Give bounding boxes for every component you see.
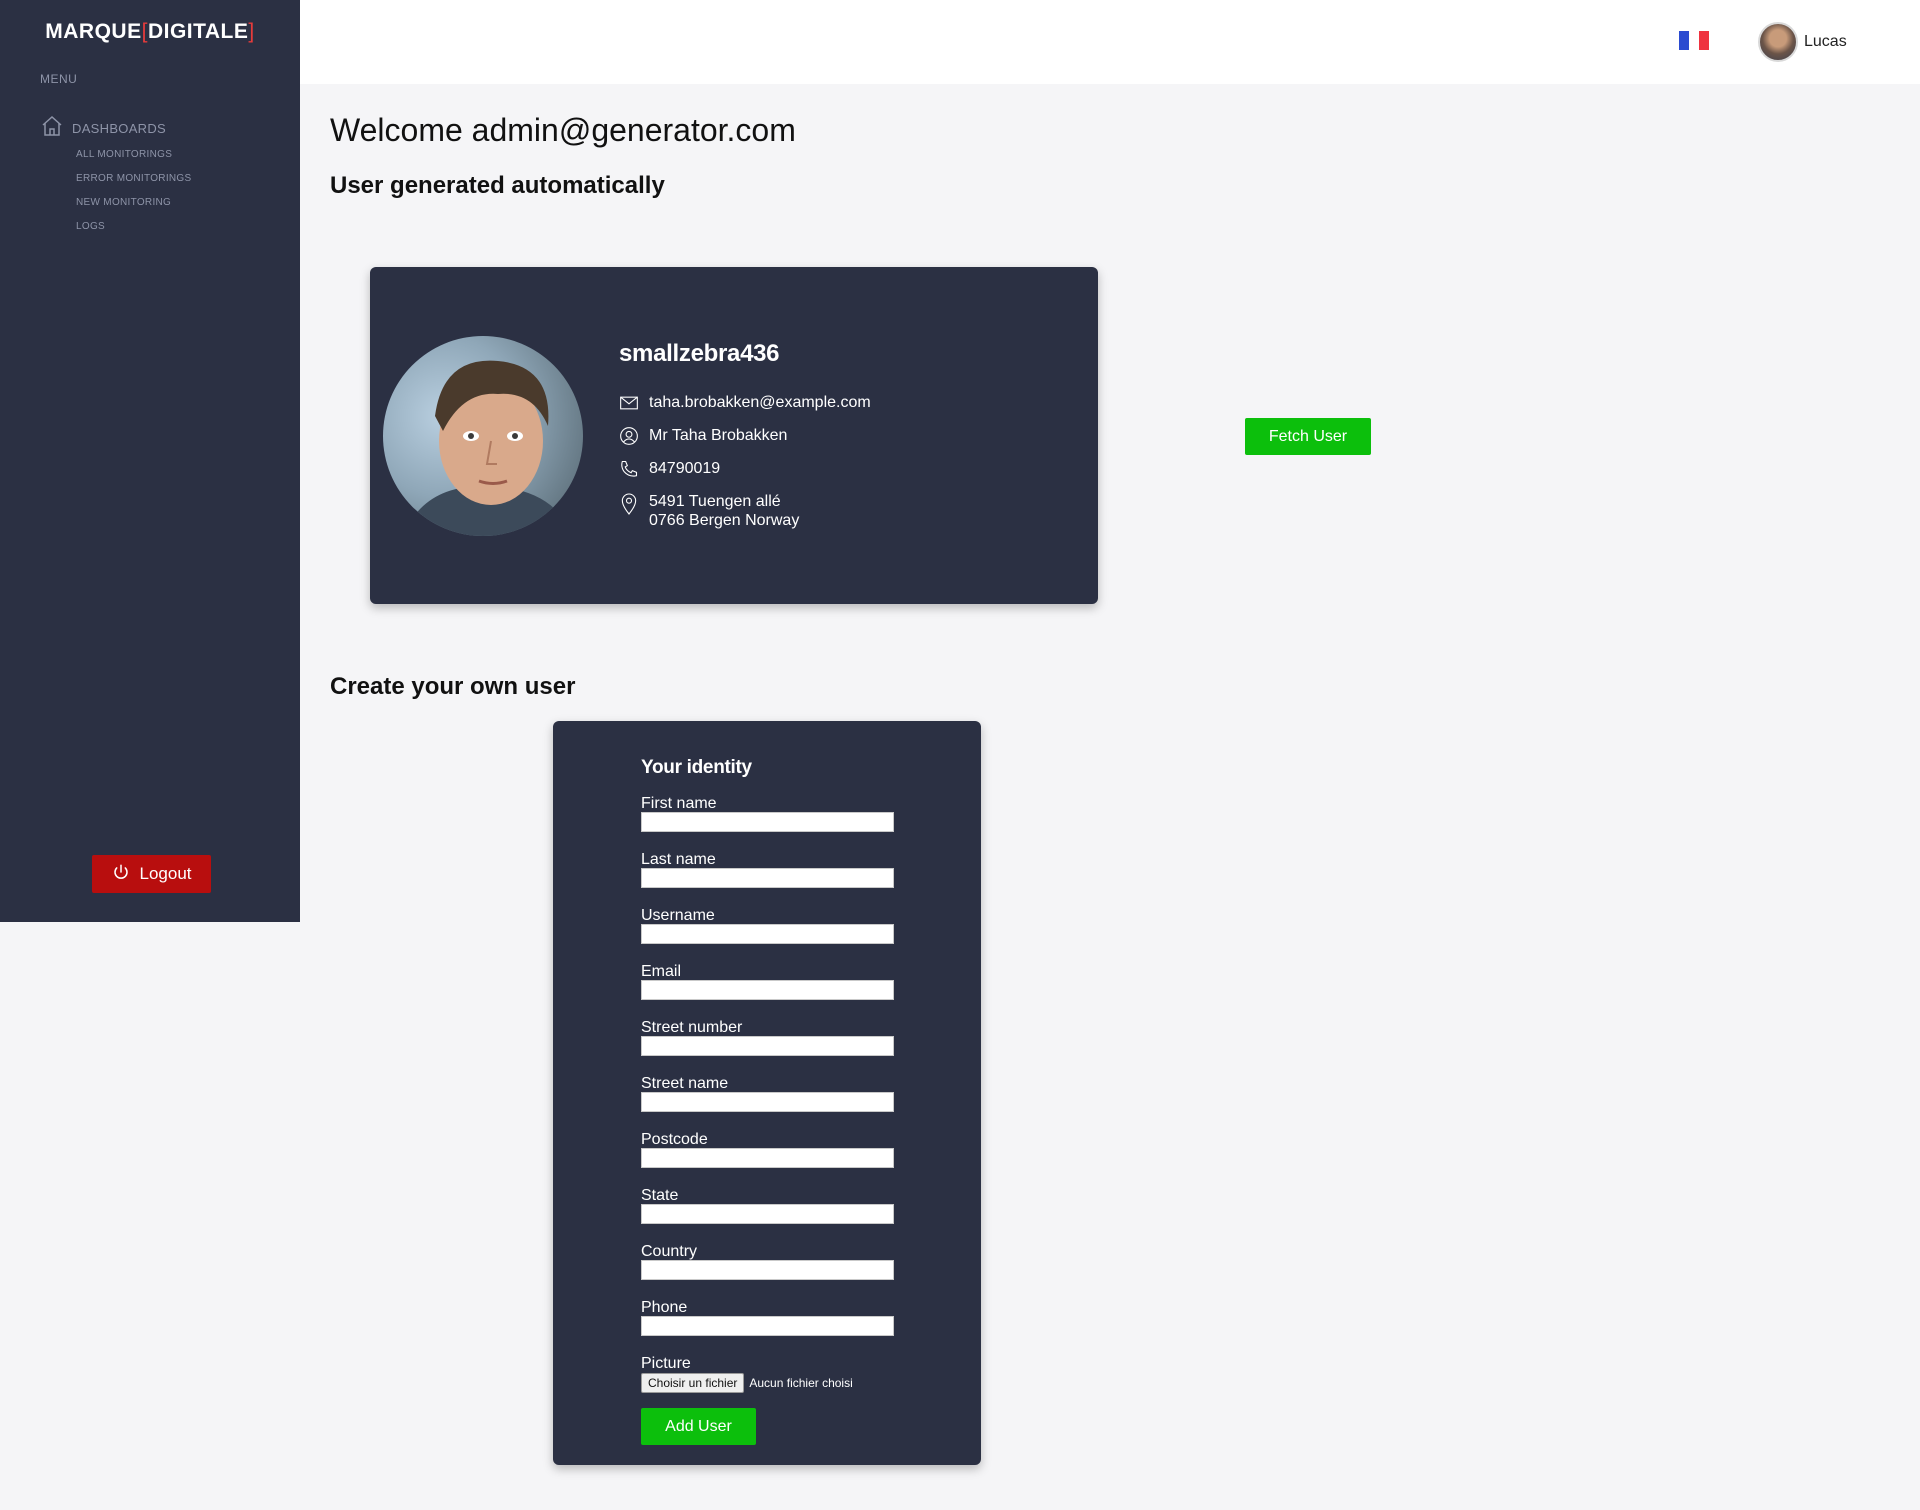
fr-flag-icon[interactable] [1679, 31, 1709, 50]
field-label: State [641, 1187, 679, 1204]
user-email: taha.brobakken@example.com [649, 394, 871, 411]
map-pin-icon [619, 492, 639, 515]
nav-group-dashboards[interactable]: DASHBOARDS [40, 114, 166, 143]
logout-button[interactable]: Logout [92, 855, 211, 893]
create-user-heading: Create your own user [330, 673, 576, 700]
field-label: First name [641, 795, 717, 812]
nav-item-new-monitoring[interactable]: NEW MONITORING [76, 197, 191, 221]
info-row-email: taha.brobakken@example.com [619, 393, 871, 413]
field-label: Username [641, 907, 715, 924]
nav-group-label: DASHBOARDS [72, 121, 167, 136]
add-user-button[interactable]: Add User [641, 1408, 756, 1445]
info-row-name: Mr Taha Brobakken [619, 426, 871, 446]
field-label: Postcode [641, 1131, 708, 1148]
brand-accent: DIGITALE [147, 20, 249, 43]
brand-name: MARQUE [45, 20, 142, 43]
field-label: Last name [641, 851, 716, 868]
brand-logo[interactable]: MARQUE[DIGITALE] [0, 20, 300, 44]
auto-user-heading: User generated automatically [330, 172, 665, 199]
postcode-input[interactable] [641, 1148, 894, 1168]
address-line-1: 5491 Tuengen allé [649, 493, 781, 510]
logout-label: Logout [139, 864, 192, 883]
field-street-name: Street name [641, 1075, 894, 1131]
country-input[interactable] [641, 1260, 894, 1280]
field-label: Picture [641, 1355, 691, 1372]
create-user-form: Your identity First name Last name Usern… [553, 721, 981, 1465]
street-number-input[interactable] [641, 1036, 894, 1056]
field-first-name: First name [641, 795, 894, 851]
field-label: Phone [641, 1299, 688, 1316]
field-username: Username [641, 907, 894, 963]
field-label: Street number [641, 1019, 743, 1036]
user-phone: 84790019 [649, 460, 721, 477]
field-phone: Phone [641, 1299, 894, 1355]
user-address: 5491 Tuengen allé 0766 Bergen Norway [649, 492, 799, 530]
user-handle: smallzebra436 [619, 340, 780, 367]
fetch-user-button[interactable]: Fetch User [1245, 418, 1371, 455]
home-icon [40, 114, 64, 143]
phone-icon [619, 459, 639, 479]
envelope-icon [619, 393, 639, 413]
nav-item-error-monitorings[interactable]: ERROR MONITORINGS [76, 173, 191, 197]
user-profile-card: smallzebra436 taha.brobakken@example.com… [370, 267, 1098, 604]
top-bar [300, 0, 1920, 84]
power-icon [112, 863, 130, 886]
user-info: smallzebra436 taha.brobakken@example.com… [619, 340, 871, 543]
field-last-name: Last name [641, 851, 894, 907]
field-label: Email [641, 963, 682, 980]
phone-input[interactable] [641, 1316, 894, 1336]
first-name-input[interactable] [641, 812, 894, 832]
nav-item-logs[interactable]: LOGS [76, 221, 191, 245]
username-input[interactable] [641, 924, 894, 944]
sidebar: MARQUE[DIGITALE] MENU DASHBOARDS ALL MON… [0, 0, 300, 922]
field-country: Country [641, 1243, 894, 1299]
file-status: Aucun fichier choisi [749, 1376, 853, 1390]
info-row-phone: 84790019 [619, 459, 871, 479]
address-line-2: 0766 Bergen Norway [649, 512, 800, 529]
user-circle-icon [619, 426, 639, 446]
file-picker: Choisir un fichier Aucun fichier choisi [641, 1373, 894, 1393]
email-input[interactable] [641, 980, 894, 1000]
field-email: Email [641, 963, 894, 1019]
user-photo [383, 336, 583, 536]
choose-file-button[interactable]: Choisir un fichier [641, 1373, 745, 1393]
nav-sub-items: ALL MONITORINGS ERROR MONITORINGS NEW MO… [76, 149, 191, 245]
nav-item-all-monitorings[interactable]: ALL MONITORINGS [76, 149, 191, 173]
page-title: Welcome admin@generator.com [330, 112, 796, 148]
info-row-address: 5491 Tuengen allé 0766 Bergen Norway [619, 492, 871, 530]
user-menu[interactable]: Lucas [1758, 22, 1847, 62]
menu-label: MENU [40, 72, 78, 86]
field-picture: Picture Choisir un fichier Aucun fichier… [641, 1355, 894, 1393]
user-full-name: Mr Taha Brobakken [649, 427, 788, 444]
field-state: State [641, 1187, 894, 1243]
form-title: Your identity [641, 757, 752, 778]
last-name-input[interactable] [641, 868, 894, 888]
state-input[interactable] [641, 1204, 894, 1224]
street-name-input[interactable] [641, 1092, 894, 1112]
field-label: Country [641, 1243, 698, 1260]
field-street-number: Street number [641, 1019, 894, 1075]
avatar [1758, 22, 1798, 62]
user-name: Lucas [1804, 33, 1847, 50]
field-postcode: Postcode [641, 1131, 894, 1187]
field-label: Street name [641, 1075, 729, 1092]
